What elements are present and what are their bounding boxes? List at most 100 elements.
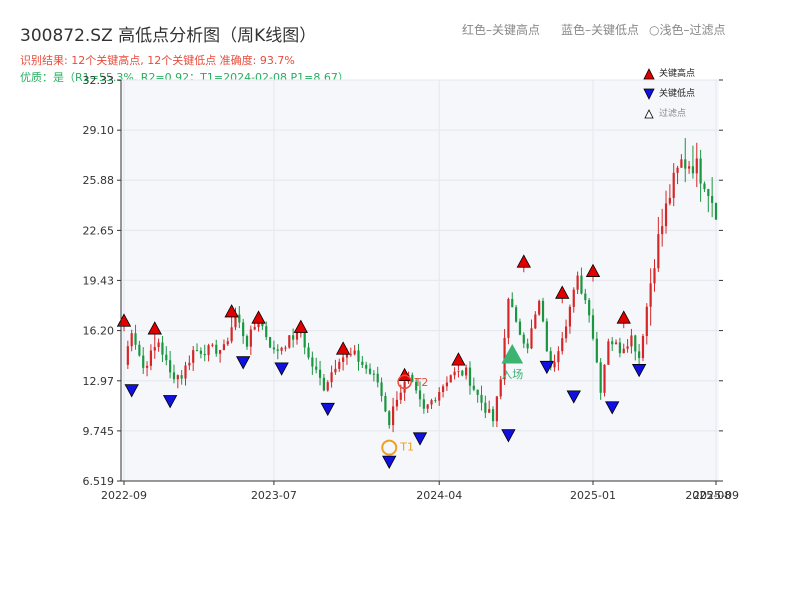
x-tick-label-overlap: 2025-08 [685, 489, 731, 502]
candle-body [307, 347, 310, 358]
t2-label: T2 [414, 376, 429, 389]
candle-body [222, 344, 226, 351]
candle-body [611, 341, 614, 345]
candle-body [249, 329, 252, 347]
candle-body [153, 347, 156, 351]
candle-body [530, 328, 533, 349]
candle-body [603, 364, 606, 393]
candle-body [576, 275, 579, 290]
candle-body [195, 350, 199, 352]
x-axis: 2022-09 2023-07 2024-04 2025-01 2025-092025-… [101, 481, 739, 502]
x-tick-label: 2023-07 [251, 489, 297, 502]
candle-body [499, 379, 502, 397]
candle-body [207, 345, 210, 356]
candle-body [511, 298, 514, 308]
candle-body [591, 315, 595, 339]
candle-body [468, 367, 472, 386]
candle-body [684, 159, 687, 169]
candle-body [376, 373, 379, 383]
candle-body [445, 382, 449, 387]
candle-body [172, 372, 176, 380]
candle-body [465, 367, 468, 376]
candle-body [676, 167, 679, 173]
y-tick-label: 6.519 [83, 475, 115, 488]
candle-body [268, 337, 272, 348]
candle-body [599, 362, 602, 393]
candle-body [453, 371, 456, 376]
red-triangle-up-icon [643, 68, 655, 80]
candle-body [380, 382, 383, 396]
x-tick-label: 2022-09 [101, 489, 147, 502]
candle-body [145, 365, 149, 368]
candle-body [199, 350, 202, 354]
candle-body [553, 362, 556, 368]
legend-item-low: 关键低点 [643, 84, 695, 104]
candle-body [607, 341, 610, 365]
candle-body [388, 411, 391, 426]
candle-body [484, 402, 487, 413]
candle-body [334, 368, 337, 373]
candle-body [695, 158, 698, 174]
candle-body [557, 351, 560, 363]
candle-body [672, 172, 675, 198]
candle-body [661, 226, 664, 235]
candle-body [134, 333, 137, 345]
candle-body [572, 289, 575, 307]
candle-body [361, 361, 364, 365]
candle-body [368, 368, 372, 374]
candle-body [699, 158, 702, 184]
y-tick-label: 9.745 [83, 425, 115, 438]
candle-body [422, 399, 425, 409]
candle-body [564, 326, 568, 339]
candle-body [622, 348, 625, 354]
candle-body [472, 385, 475, 390]
y-tick-label: 29.10 [83, 124, 115, 137]
candle-body [211, 344, 214, 346]
blue-triangle-down-icon [643, 88, 655, 100]
candle-body [215, 344, 218, 354]
candle-body [541, 300, 545, 322]
candle-body [626, 346, 629, 349]
candle-body [395, 399, 399, 407]
candle-body [488, 409, 491, 413]
candle-body [157, 342, 160, 348]
candle-body [480, 394, 483, 403]
legend-label-low: 关键低点 [659, 89, 696, 99]
candle-body [192, 350, 195, 363]
candle-body [292, 335, 295, 340]
candle-body [630, 335, 633, 347]
candle-body [526, 343, 529, 349]
x-tick-label: 2025-01 [570, 489, 616, 502]
y-tick-label: 16.20 [83, 325, 115, 338]
candle-body [284, 347, 287, 349]
candle-body [165, 354, 168, 361]
entry-label: 入场 [501, 367, 523, 381]
candle-body [180, 375, 183, 379]
candle-body [245, 336, 249, 347]
candle-body [614, 342, 618, 345]
candle-body [534, 314, 537, 329]
candle-body [338, 361, 341, 369]
candle-body [595, 338, 598, 363]
candle-body [326, 382, 329, 391]
candle-body [322, 377, 325, 391]
y-tick-label: 19.43 [83, 274, 115, 287]
candle-body [518, 321, 522, 335]
candle-body [138, 344, 141, 356]
candle-body [691, 166, 695, 174]
candle-body [318, 369, 322, 378]
candle-body [522, 334, 525, 344]
candle-body [449, 375, 452, 383]
candle-body [161, 342, 164, 355]
candle-body [649, 283, 652, 307]
candle-body [188, 362, 191, 366]
candle-body [515, 307, 518, 322]
candle-body [461, 370, 464, 376]
candle-body [476, 389, 479, 395]
candle-body [703, 183, 706, 190]
candle-body [169, 360, 172, 373]
y-tick-label: 32.33 [83, 74, 115, 87]
candle-body [653, 268, 656, 284]
candle-body [242, 322, 245, 337]
candle-body [434, 400, 437, 402]
